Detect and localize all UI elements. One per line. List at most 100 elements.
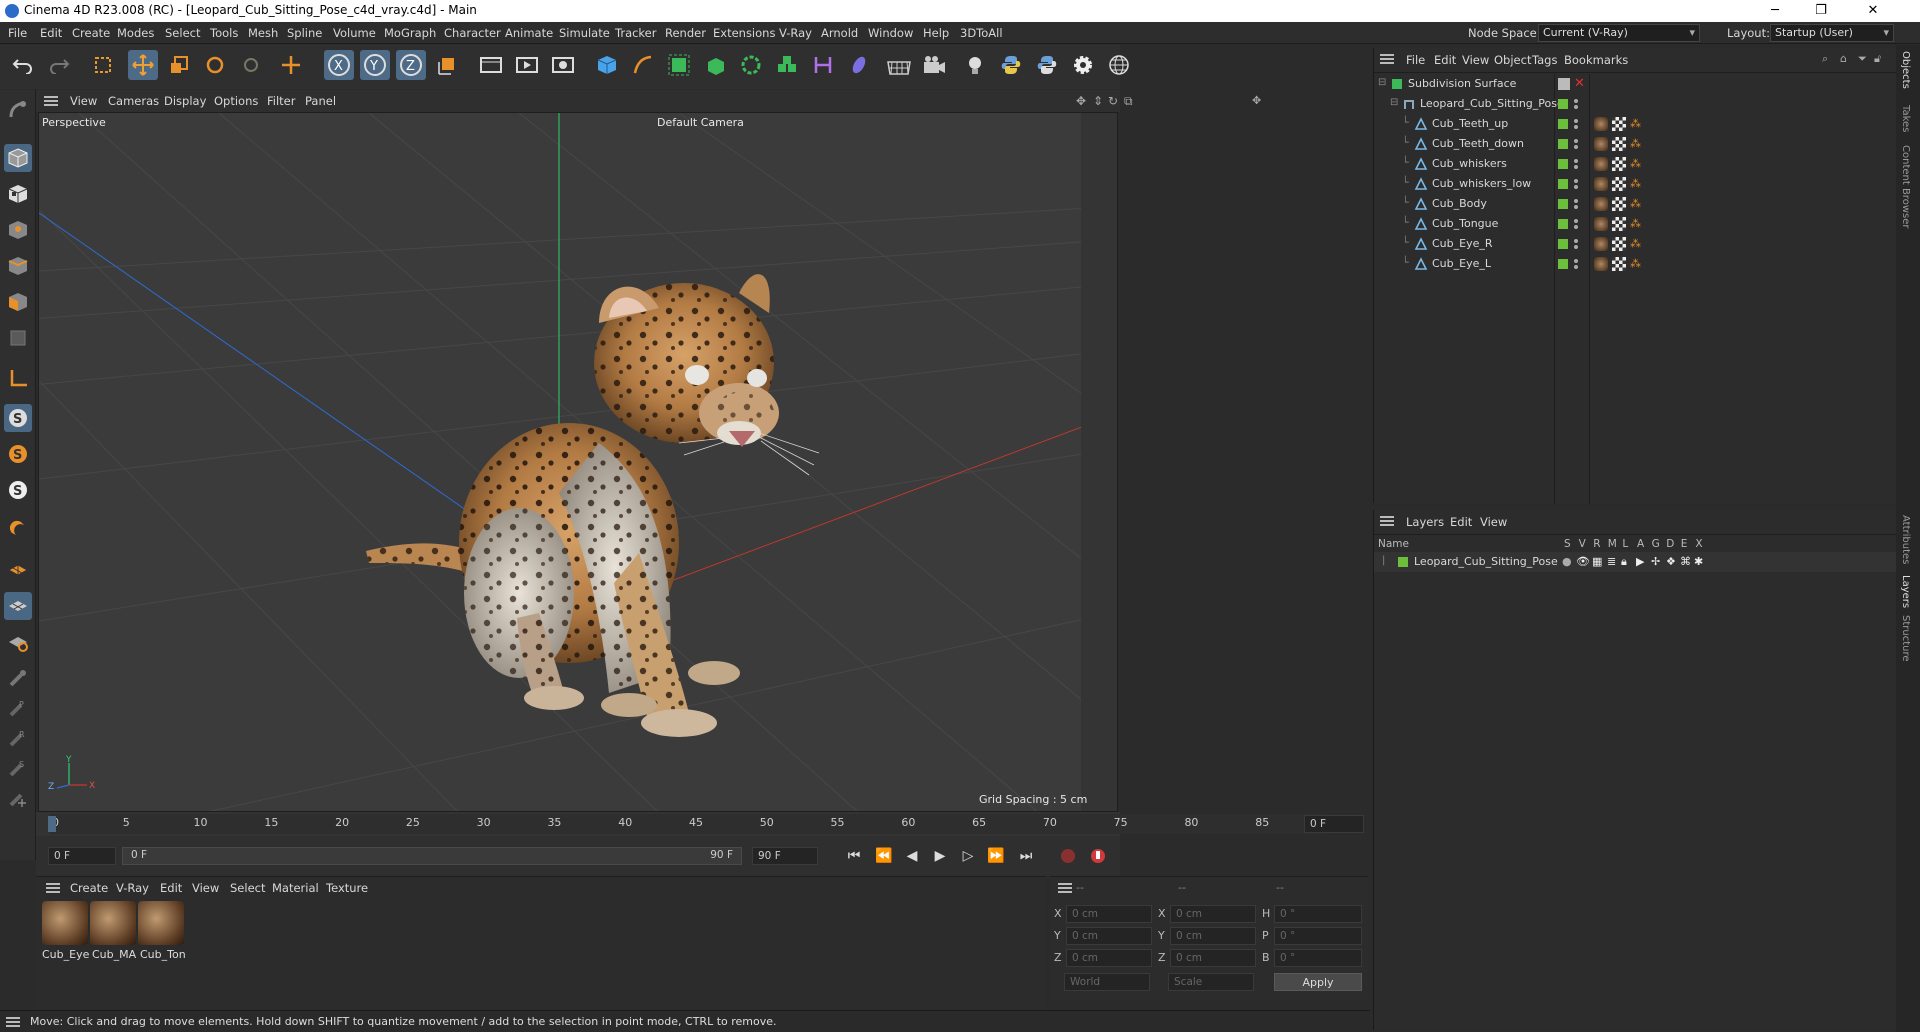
sculpt-smooth-icon[interactable]: S	[4, 754, 32, 782]
viewport-dolly-icon[interactable]: ⇕	[1093, 94, 1103, 108]
apply-button[interactable]: Apply	[1274, 973, 1362, 991]
previous-frame-icon[interactable]: ◀	[900, 844, 924, 868]
live-selection-icon[interactable]	[88, 50, 118, 80]
material-tag-icon[interactable]	[1594, 157, 1608, 171]
home-icon[interactable]: ⌂	[1840, 52, 1847, 65]
viewport-pan-icon[interactable]: ✥	[1252, 94, 1261, 107]
material-tag-icon[interactable]	[1594, 217, 1608, 231]
vray-tag-icon[interactable]: ⁂	[1630, 197, 1641, 210]
position-x-field[interactable]: 0 cm	[1066, 905, 1152, 923]
viewport-menu-filter[interactable]: Filter	[267, 94, 295, 108]
light-object-icon[interactable]	[960, 50, 990, 80]
menu-mograph[interactable]: MoGraph	[384, 26, 436, 40]
magnet-icon[interactable]	[4, 516, 32, 544]
extrude-icon[interactable]	[700, 50, 730, 80]
position-z-field[interactable]: 0 cm	[1066, 949, 1152, 967]
menu-vray[interactable]: V-Ray	[779, 26, 812, 40]
render-region-icon[interactable]	[476, 50, 506, 80]
uvw-tag-icon[interactable]	[1612, 197, 1626, 211]
timeline-ruler[interactable]: 051015202530354045505560657075808590 0 F	[36, 812, 1364, 836]
scale-tool-icon[interactable]	[164, 50, 194, 80]
snap-icon[interactable]: S	[4, 404, 32, 432]
vray-tag-icon[interactable]: ⁂	[1630, 117, 1641, 130]
frame-range-slider[interactable]: 0 F 90 F	[122, 847, 742, 865]
workplane-icon[interactable]	[4, 364, 32, 392]
tab-takes[interactable]: Takes	[1900, 105, 1911, 132]
go-to-end-icon[interactable]: ⏭	[1014, 844, 1038, 868]
texture-mode-icon[interactable]	[4, 180, 32, 208]
object-menu-tags[interactable]: Tags	[1532, 53, 1557, 67]
layer-menu-icon[interactable]	[1380, 516, 1394, 526]
python-generator-icon[interactable]	[1032, 50, 1062, 80]
layer-color-swatch[interactable]	[1558, 159, 1568, 169]
layer-color-swatch[interactable]	[1558, 239, 1568, 249]
y-axis-lock-icon[interactable]: Y	[360, 50, 390, 80]
object-menu-view[interactable]: View	[1462, 53, 1489, 67]
vray-tag-icon[interactable]: ⁂	[1630, 217, 1641, 230]
layer-column-header[interactable]: M	[1608, 538, 1617, 550]
object-menu-object[interactable]: Object	[1494, 53, 1531, 67]
vray-tag-icon[interactable]: ⁂	[1630, 257, 1641, 270]
search-icon[interactable]: ⌕	[1822, 52, 1828, 66]
layer-menu-layers[interactable]: Layers	[1406, 515, 1444, 529]
quantize-icon[interactable]: S	[4, 476, 32, 504]
uv-mode-icon[interactable]	[4, 324, 32, 352]
uvw-tag-icon[interactable]	[1612, 217, 1626, 231]
uvw-tag-icon[interactable]	[1612, 257, 1626, 271]
move-tool-icon[interactable]	[128, 50, 158, 80]
layer-animation-icon[interactable]: ▶	[1636, 555, 1644, 568]
z-axis-lock-icon[interactable]: Z	[396, 50, 426, 80]
layer-color-swatch[interactable]	[1558, 179, 1568, 189]
sculpt-relax-icon[interactable]: R	[4, 724, 32, 752]
menu-create[interactable]: Create	[72, 26, 110, 40]
vray-tag-icon[interactable]: ⁂	[1630, 237, 1641, 250]
web-globe-icon[interactable]	[1104, 50, 1134, 80]
layer-column-header[interactable]: E	[1681, 538, 1688, 550]
material-tag-icon[interactable]	[1594, 197, 1608, 211]
material-menu-select[interactable]: Select	[230, 881, 265, 895]
layer-color-swatch[interactable]	[1558, 99, 1568, 109]
layer-visible-icon[interactable]: 👁︎	[1576, 555, 1590, 568]
status-menu-icon[interactable]	[6, 1017, 20, 1027]
viewport-menu-view[interactable]: View	[70, 94, 97, 108]
uvw-tag-icon[interactable]	[1612, 237, 1626, 251]
snap-settings-icon[interactable]: S	[4, 440, 32, 468]
layer-color-swatch[interactable]	[1558, 219, 1568, 229]
material-menu-material[interactable]: Material	[272, 881, 319, 895]
material-swatch-cub-ma[interactable]	[90, 901, 136, 945]
points-mode-icon[interactable]	[4, 216, 32, 244]
viewport-menu-cameras[interactable]: Cameras	[108, 94, 159, 108]
play-icon[interactable]: ▶	[928, 844, 952, 868]
menu-animate[interactable]: Animate	[505, 26, 553, 40]
coordinates-menu-icon[interactable]	[1058, 883, 1072, 893]
field-object-icon[interactable]	[844, 50, 874, 80]
object-row-leopard-group[interactable]: ⊟ Leopard_Cub_Sitting_Pose	[1374, 94, 1897, 114]
material-menu-edit[interactable]: Edit	[160, 881, 182, 895]
make-editable-icon[interactable]	[4, 96, 32, 124]
rotation-h-field[interactable]: 0 °	[1274, 905, 1362, 923]
material-tag-icon[interactable]	[1594, 237, 1608, 251]
filter-icon[interactable]: ⏷	[1858, 52, 1867, 66]
menu-window[interactable]: Window	[868, 26, 913, 40]
python-script-icon[interactable]	[996, 50, 1026, 80]
menu-select[interactable]: Select	[165, 26, 200, 40]
menu-render[interactable]: Render	[665, 26, 706, 40]
layer-render-icon[interactable]: ▦	[1592, 555, 1602, 568]
record-keys-icon[interactable]	[1056, 844, 1080, 868]
material-menu-icon[interactable]	[46, 883, 60, 893]
viewport-menu-icon[interactable]	[44, 96, 58, 106]
menu-3dtoall[interactable]: 3DToAll	[960, 26, 1003, 40]
layer-color-swatch[interactable]	[1558, 139, 1568, 149]
layer-row[interactable]: | Leopard_Cub_Sitting_Pose ● 👁︎ ▦ ≣ 🔒︎ ▶…	[1374, 552, 1897, 572]
grid-display-icon[interactable]	[4, 592, 32, 620]
go-to-start-icon[interactable]: ⏮	[842, 844, 866, 868]
previous-key-icon[interactable]: ⏪	[872, 844, 896, 868]
model-mode-icon[interactable]	[4, 144, 32, 172]
tab-layers[interactable]: Layers	[1900, 575, 1911, 608]
object-row[interactable]: └ Cub_Teeth_up ⁂	[1374, 114, 1897, 134]
menu-volume[interactable]: Volume	[333, 26, 376, 40]
material-menu-create[interactable]: Create	[70, 881, 108, 895]
sculpt-move-icon[interactable]	[4, 784, 32, 812]
layer-column-header[interactable]: L	[1622, 538, 1628, 550]
menu-character[interactable]: Character	[444, 26, 501, 40]
